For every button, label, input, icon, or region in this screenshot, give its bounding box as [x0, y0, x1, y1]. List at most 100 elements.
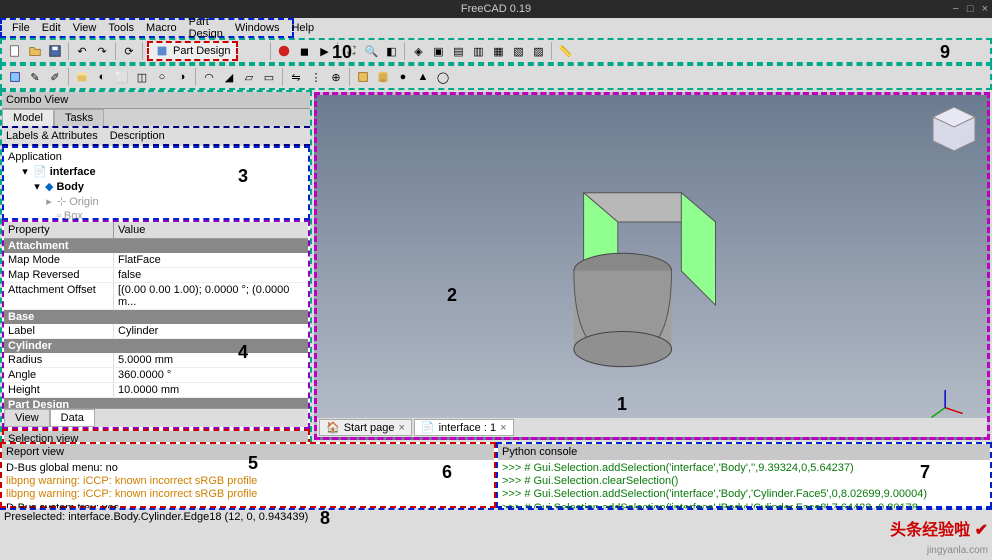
refresh-icon[interactable]: ⟳ — [120, 42, 138, 60]
minimize-button[interactable]: − — [952, 3, 958, 15]
pocket-icon[interactable]: ◫ — [133, 68, 151, 86]
save-file-icon[interactable] — [46, 42, 64, 60]
close-tab-icon[interactable]: × — [500, 422, 506, 434]
doc-tab-interface[interactable]: 📄interface : 1× — [414, 419, 514, 436]
mirror-icon[interactable]: ⇋ — [287, 68, 305, 86]
prop-row[interactable]: Angle360.0000 ° — [4, 368, 308, 383]
hole-icon[interactable]: ○ — [153, 68, 171, 86]
edit-sketch-icon[interactable]: ✐ — [46, 68, 64, 86]
linear-pattern-icon[interactable]: ⋮ — [307, 68, 325, 86]
prop-row[interactable]: Map ModeFlatFace — [4, 253, 308, 268]
polar-pattern-icon[interactable]: ⊕ — [327, 68, 345, 86]
toolbar-partdesign: ✎ ✐ ◐ ⬜ ◫ ○ ◑ ◠ ◢ ▱ ▭ ⇋ ⋮ ⊕ ● ▲ ◯ — [0, 64, 992, 90]
doc-tab-startpage[interactable]: 🏠Start page× — [319, 419, 412, 436]
sphere-prim-icon[interactable]: ● — [394, 68, 412, 86]
menu-help[interactable]: Help — [285, 20, 320, 36]
prop-tab-view[interactable]: View — [4, 409, 50, 427]
measure-icon[interactable]: 📏 — [556, 42, 574, 60]
create-sketch-icon[interactable]: ✎ — [26, 68, 44, 86]
doc-icon: 📄 — [421, 421, 435, 434]
prop-tab-data[interactable]: Data — [50, 409, 95, 427]
right-view-icon[interactable]: ▥ — [469, 42, 487, 60]
record-macro-icon[interactable] — [275, 42, 293, 60]
navigation-cube[interactable] — [927, 101, 981, 155]
tree-item-body[interactable]: ▾◆Body — [8, 179, 304, 194]
combo-tabs: Model Tasks — [2, 109, 310, 126]
new-file-icon[interactable] — [6, 42, 24, 60]
titlebar: FreeCAD 0.19 − □ × — [0, 0, 992, 18]
tab-tasks[interactable]: Tasks — [54, 109, 104, 126]
menu-tools[interactable]: Tools — [102, 20, 140, 36]
3d-view[interactable]: 2 1 🏠Start page× 📄interface — [314, 92, 990, 440]
combo-view-title: Combo View — [2, 92, 310, 109]
revolution-icon[interactable]: ◐ — [93, 68, 111, 86]
report-view-title: Report view — [2, 444, 494, 460]
left-view-icon[interactable]: ▨ — [529, 42, 547, 60]
close-button[interactable]: × — [982, 3, 988, 15]
cylinder-prim-icon[interactable] — [374, 68, 392, 86]
combo-header-row: Labels & Attributes Description — [2, 126, 310, 146]
create-body-icon[interactable] — [6, 68, 24, 86]
fit-selection-icon[interactable]: 🔍 — [362, 42, 380, 60]
top-view-icon[interactable]: ▤ — [449, 42, 467, 60]
prop-row[interactable]: Height10.0000 mm — [4, 383, 308, 398]
draw-style-icon[interactable]: ◧ — [382, 42, 400, 60]
loft-icon[interactable]: ⬜ — [113, 68, 131, 86]
back-view-icon[interactable]: ▦ — [489, 42, 507, 60]
tab-model[interactable]: Model — [2, 109, 54, 126]
body-icon: ◆ — [45, 180, 53, 193]
menu-view[interactable]: View — [67, 20, 103, 36]
origin-icon: ⊹ — [57, 195, 66, 208]
prop-row[interactable]: Map Reversedfalse — [4, 268, 308, 283]
prop-col-value: Value — [114, 222, 308, 238]
close-tab-icon[interactable]: × — [398, 422, 404, 434]
groove-icon[interactable]: ◑ — [173, 68, 191, 86]
python-console[interactable]: 7 Python console >>> # Gui.Selection.add… — [496, 442, 992, 508]
undo-icon[interactable]: ↶ — [73, 42, 91, 60]
toolbar-file-view: ↶ ↷ ⟳ Part Design 10 ◼ ▶ ⛶ 🔍 ◧ ◈ ▣ ▤ ▥ ▦… — [0, 38, 992, 64]
pad-icon[interactable] — [73, 68, 91, 86]
open-file-icon[interactable] — [26, 42, 44, 60]
maximize-button[interactable]: □ — [967, 3, 974, 15]
status-bar: Preselected: interface.Body.Cylinder.Edg… — [0, 508, 992, 526]
menu-windows[interactable]: Windows — [229, 20, 286, 36]
tree-item-document[interactable]: ▾📄interface — [8, 164, 304, 179]
fit-all-icon[interactable]: ⛶ — [342, 42, 360, 60]
description-header[interactable]: Description — [110, 130, 165, 142]
status-text: Preselected: interface.Body.Cylinder.Edg… — [4, 511, 308, 523]
labels-attributes-header[interactable]: Labels & Attributes — [6, 130, 98, 142]
prop-row[interactable]: LabelCylinder — [4, 324, 308, 339]
tree-root[interactable]: Application — [8, 150, 304, 164]
fillet-icon[interactable]: ◠ — [200, 68, 218, 86]
report-view: 6 Report view D-Bus global menu: nolibpn… — [0, 442, 496, 508]
annotation-9: 9 — [940, 42, 950, 63]
window-title: FreeCAD 0.19 — [461, 3, 531, 15]
torus-prim-icon[interactable]: ◯ — [434, 68, 452, 86]
thickness-icon[interactable]: ▭ — [260, 68, 278, 86]
menu-macro[interactable]: Macro — [140, 20, 183, 36]
isometric-icon[interactable]: ◈ — [409, 42, 427, 60]
macros-icon[interactable]: ▶ — [315, 42, 333, 60]
menu-edit[interactable]: Edit — [36, 20, 67, 36]
tree-item-origin[interactable]: ▸⊹Origin — [8, 194, 304, 209]
menu-file[interactable]: File — [6, 20, 36, 36]
annotation-8: 8 — [320, 508, 330, 529]
bottom-view-icon[interactable]: ▧ — [509, 42, 527, 60]
python-console-title: Python console — [498, 444, 990, 460]
doc-icon: 📄 — [33, 165, 47, 178]
chamfer-icon[interactable]: ◢ — [220, 68, 238, 86]
prop-row[interactable]: Attachment Offset[(0.00 0.00 1.00); 0.00… — [4, 283, 308, 310]
workbench-selector[interactable]: Part Design — [147, 41, 238, 61]
prop-row[interactable]: Radius5.0000 mm — [4, 353, 308, 368]
stop-macro-icon[interactable]: ◼ — [295, 42, 313, 60]
redo-icon[interactable]: ↷ — [93, 42, 111, 60]
cone-prim-icon[interactable]: ▲ — [414, 68, 432, 86]
prop-group: Attachment — [4, 239, 308, 253]
front-view-icon[interactable]: ▣ — [429, 42, 447, 60]
box-prim-icon[interactable] — [354, 68, 372, 86]
prop-group: Base — [4, 310, 308, 324]
doc-icon: 🏠 — [326, 421, 340, 434]
draft-icon[interactable]: ▱ — [240, 68, 258, 86]
property-panel: 4 PropertyValue AttachmentMap ModeFlatFa… — [2, 220, 310, 429]
left-panel: Combo View Model Tasks Labels & Attribut… — [0, 90, 312, 442]
